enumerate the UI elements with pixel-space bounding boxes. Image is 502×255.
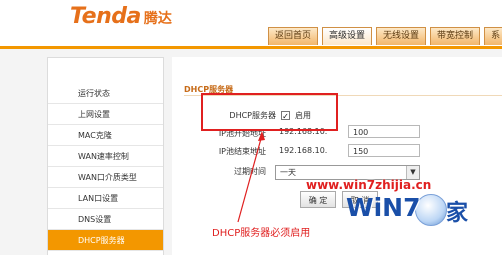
watermark-brand: WiN7	[346, 193, 421, 222]
annotation-text: DHCP服务器必须启用	[212, 228, 311, 239]
watermark-brand-cn: 家	[446, 201, 469, 226]
watermark-badge: WiN7 家	[346, 188, 476, 232]
